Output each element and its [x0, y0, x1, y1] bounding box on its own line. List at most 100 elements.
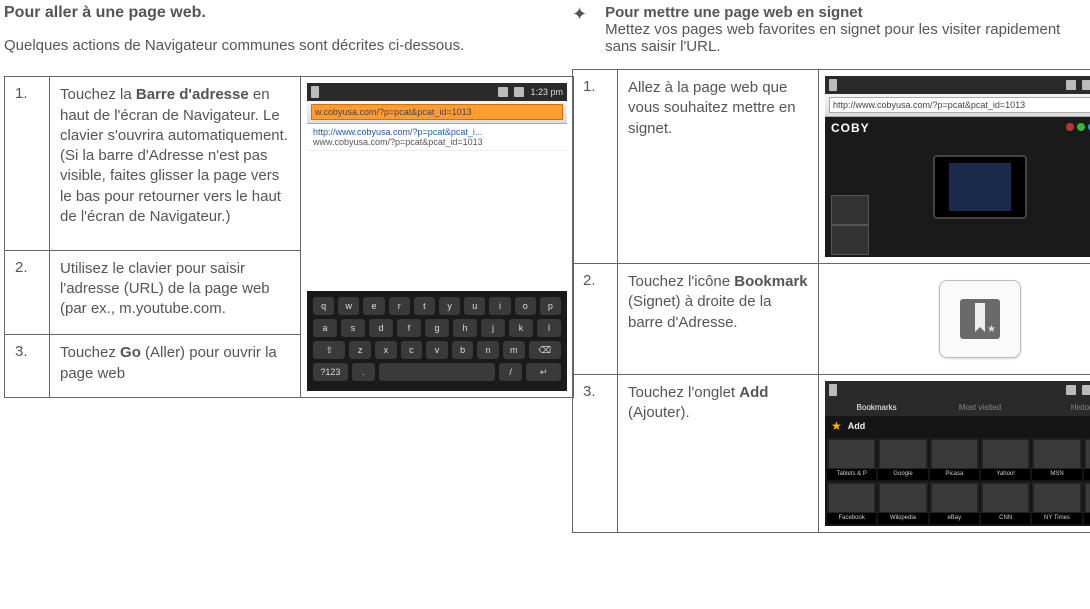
bookmark-label: Picasa — [930, 469, 979, 480]
step-number: 3. — [573, 375, 618, 533]
bookmark-thumb — [1086, 484, 1090, 512]
keyboard-key: q — [313, 297, 334, 315]
keyboard-key: m — [503, 341, 525, 359]
keyboard-key: i — [489, 297, 510, 315]
right-steps-table: 1. Allez à la page web que vous souhaite… — [572, 69, 1090, 533]
bookmark-thumb — [983, 484, 1028, 512]
bookmark-cell: eBay — [930, 482, 979, 524]
battery-icon — [1082, 80, 1090, 90]
bookmark-label: Google — [878, 469, 927, 480]
status-right: 1:23 pm — [498, 87, 563, 97]
thumb-image — [831, 195, 869, 225]
tablet-hero-image — [933, 155, 1027, 219]
keyboard-key: s — [341, 319, 365, 337]
step-desc: Touchez Go (Aller) pour ouvrir la page w… — [50, 335, 301, 398]
usb-icon — [829, 79, 837, 91]
bookmark-cell: Yahoo! — [981, 438, 1030, 480]
keyboard-key: r — [389, 297, 410, 315]
bookmark-cell: Picasa — [930, 438, 979, 480]
keyboard-row-4: ?123./↵ — [313, 363, 561, 381]
bookmark-thumb — [1034, 484, 1079, 512]
bookmark-thumb — [932, 440, 977, 468]
bookmark-tabs: Bookmarks Most visited History — [825, 399, 1090, 416]
bookmark-thumb — [829, 440, 874, 468]
step-number: 1. — [5, 77, 50, 250]
step-desc: Touchez la Barre d'adresse en haut de l'… — [50, 77, 301, 250]
status-bar: 1:22 pm — [825, 76, 1090, 94]
keyboard-key: u — [464, 297, 485, 315]
step-number: 2. — [573, 264, 618, 375]
bookmark-label: eBay — [930, 513, 979, 524]
color-dots — [1066, 123, 1090, 131]
left-heading: Pour aller à une page web. — [4, 4, 532, 22]
keyboard-key: ↵ — [526, 363, 561, 381]
address-input: http://www.cobyusa.com/?p=pcat&pcat_id=1… — [829, 97, 1090, 113]
blank-area — [307, 151, 567, 291]
webpage-content: COBY — [825, 117, 1090, 257]
battery-icon — [514, 87, 524, 97]
keyboard-key: w — [338, 297, 359, 315]
step-text-post: (Ajouter). — [628, 404, 690, 421]
keyboard-key: / — [499, 363, 522, 381]
step-number: 2. — [5, 250, 50, 335]
screenshot-bookmarks: 1:23 pm Bookmarks Most visited History ★… — [825, 381, 1090, 526]
screenshot-coby-page: 1:22 pm http://www.cobyusa.com/?p=pcat&p… — [825, 76, 1090, 257]
bookmark-cell: Google — [878, 438, 927, 480]
thumb-image — [831, 225, 869, 255]
keyboard-key: e — [363, 297, 384, 315]
bookmark-thumb — [880, 484, 925, 512]
diamond-bullet-icon: ✦ — [572, 4, 587, 55]
suggestion-row: http://www.cobyusa.com/?p=pcat&pcat_i...… — [307, 124, 567, 151]
keyboard-key: t — [414, 297, 435, 315]
bookmark-label: CNN — [981, 513, 1030, 524]
step-number: 1. — [573, 70, 618, 264]
table-row: 1. Allez à la page web que vous souhaite… — [573, 70, 1090, 264]
bookmark-button-illustration: ★ — [939, 280, 1021, 358]
bookmark-cell: ESPN — [1084, 482, 1090, 524]
wifi-icon — [1066, 80, 1076, 90]
screenshot-address-suggestions: 1:23 pm w.cobyusa.com/?p=pcat&pcat_id=10… — [307, 83, 567, 391]
left-steps-table: 1. Touchez la Barre d'adresse en haut de… — [4, 76, 574, 398]
left-screenshot-cell: 1:23 pm w.cobyusa.com/?p=pcat&pcat_id=10… — [301, 77, 574, 398]
keyboard-row-2: asdfghjkl — [313, 319, 561, 337]
bookmark-label: NY Times — [1032, 513, 1081, 524]
wifi-icon — [1066, 385, 1076, 395]
address-input: w.cobyusa.com/?p=pcat&pcat_id=1013 — [311, 104, 563, 120]
keyboard-key: c — [401, 341, 423, 359]
left-subtext: Quelques actions de Navigateur communes … — [4, 36, 532, 56]
bookmark-thumb — [1086, 440, 1090, 468]
status-bar: 1:23 pm — [307, 83, 567, 101]
ribbon-icon — [975, 303, 985, 327]
star-icon: ★ — [987, 324, 996, 335]
step-text-pre: Touchez l'onglet — [628, 384, 739, 401]
table-row: 3. Touchez l'onglet Add (Ajouter). 1:23 … — [573, 375, 1090, 533]
star-icon: ★ — [831, 419, 842, 433]
bookmark-icon: ★ — [960, 299, 1000, 339]
step-desc: Touchez l'icône Bookmark (Signet) à droi… — [618, 264, 819, 375]
address-bar: http://www.cobyusa.com/?p=pcat&pcat_id=1… — [825, 94, 1090, 117]
bookmark-label: Wikipedia — [878, 513, 927, 524]
step-desc: Touchez l'onglet Add (Ajouter). — [618, 375, 819, 533]
tab-bookmarks: Bookmarks — [825, 399, 928, 416]
bookmark-cell: MySpace — [1084, 438, 1090, 480]
keyboard-key: ⇧ — [313, 341, 345, 359]
keyboard-key: h — [453, 319, 477, 337]
tab-history: History — [1032, 399, 1090, 416]
bookmarks-grid: Tablets & PGooglePicasaYahoo!MSNMySpace F… — [825, 436, 1090, 526]
bookmark-cell: Facebook — [827, 482, 876, 524]
status-right: 1:22 pm — [1066, 80, 1090, 90]
status-right: 1:23 pm — [1066, 385, 1090, 395]
bullet-text-block: Pour mettre une page web en signet Mette… — [605, 4, 1090, 55]
bookmark-thumb — [1034, 440, 1079, 468]
keyboard-key: a — [313, 319, 337, 337]
keyboard-key: d — [369, 319, 393, 337]
keyboard-key: o — [515, 297, 536, 315]
keyboard-key: k — [509, 319, 533, 337]
step-text-post: en haut de l'écran de Navigateur. Le cla… — [60, 86, 288, 225]
keyboard-key: v — [426, 341, 448, 359]
bookmark-label: Tablets & P — [827, 469, 876, 480]
bookmark-label: Yahoo! — [981, 469, 1030, 480]
bookmark-label: MSN — [1032, 469, 1081, 480]
right-screenshot-2: ★ — [819, 264, 1090, 375]
suggestion-main: http://www.cobyusa.com/?p=pcat&pcat_i... — [313, 127, 482, 137]
